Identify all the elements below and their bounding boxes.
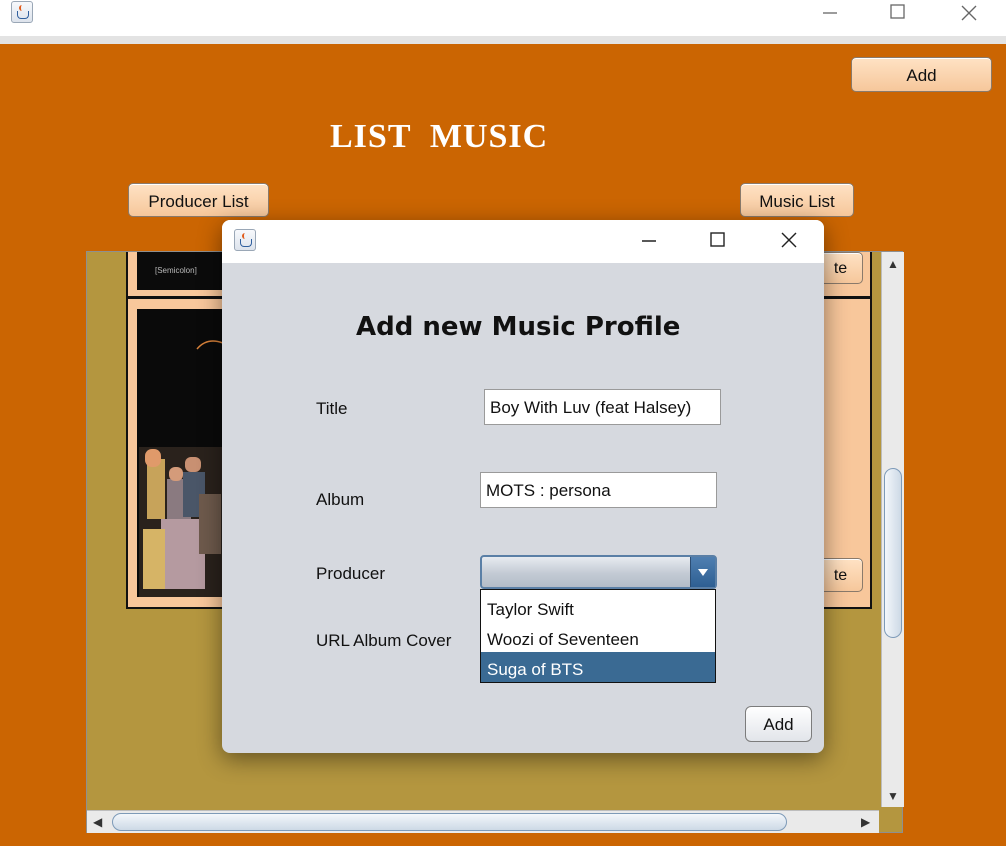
url-album-cover-label: URL Album Cover xyxy=(316,631,452,650)
minimize-icon[interactable] xyxy=(820,3,840,23)
scroll-left-icon[interactable]: ◀ xyxy=(93,816,102,828)
vertical-scroll-thumb[interactable] xyxy=(884,468,902,638)
album-field[interactable]: MOTS : persona xyxy=(480,472,717,508)
dropdown-option[interactable]: Taylor Swift xyxy=(481,592,715,622)
title-field[interactable]: Boy With Luv (feat Halsey) xyxy=(484,389,721,425)
horizontal-scroll-thumb[interactable] xyxy=(112,813,787,831)
close-icon[interactable] xyxy=(959,3,979,23)
title-label: Title xyxy=(316,399,348,418)
album-cover-art xyxy=(137,309,223,597)
producer-label: Producer xyxy=(316,564,385,583)
producer-list-button[interactable]: Producer List xyxy=(128,183,269,217)
vertical-scrollbar[interactable]: ▲ ▼ xyxy=(881,252,904,807)
music-list-button[interactable]: Music List xyxy=(740,183,854,217)
delete-button[interactable]: te xyxy=(818,558,863,592)
page-title: LIST MUSIC xyxy=(330,118,549,155)
maximize-icon[interactable] xyxy=(709,231,727,249)
album-cover-image xyxy=(137,309,223,597)
dialog-heading: Add new Music Profile xyxy=(356,312,681,342)
dialog-title-bar xyxy=(222,220,824,263)
album-cover-image: [Semicolon] xyxy=(137,252,223,290)
scroll-down-icon[interactable]: ▼ xyxy=(887,790,899,802)
java-app-icon xyxy=(234,229,256,251)
maximize-icon[interactable] xyxy=(889,3,907,21)
java-app-icon xyxy=(11,1,33,23)
dropdown-option-selected[interactable]: Suga of BTS xyxy=(481,652,715,682)
title-bar-separator xyxy=(0,36,1006,44)
scroll-right-icon[interactable]: ▶ xyxy=(861,816,870,828)
horizontal-scrollbar[interactable]: ◀ ▶ xyxy=(87,810,879,833)
cover-caption: [Semicolon] xyxy=(155,266,197,275)
producer-combobox[interactable] xyxy=(480,555,717,589)
minimize-icon[interactable] xyxy=(639,231,659,251)
main-title-bar xyxy=(0,0,1006,36)
add-button[interactable]: Add xyxy=(851,57,992,92)
chevron-down-icon[interactable] xyxy=(690,557,715,587)
dialog-add-button[interactable]: Add xyxy=(745,706,812,742)
album-label: Album xyxy=(316,490,365,509)
dropdown-option[interactable]: Woozi of Seventeen xyxy=(481,622,715,652)
delete-button[interactable]: te xyxy=(818,252,863,284)
scroll-up-icon[interactable]: ▲ xyxy=(887,258,899,270)
close-icon[interactable] xyxy=(779,230,799,250)
producer-dropdown-list: Taylor Swift Woozi of Seventeen Suga of … xyxy=(480,589,716,683)
add-music-dialog: Add new Music Profile Title Boy With Luv… xyxy=(222,220,824,753)
